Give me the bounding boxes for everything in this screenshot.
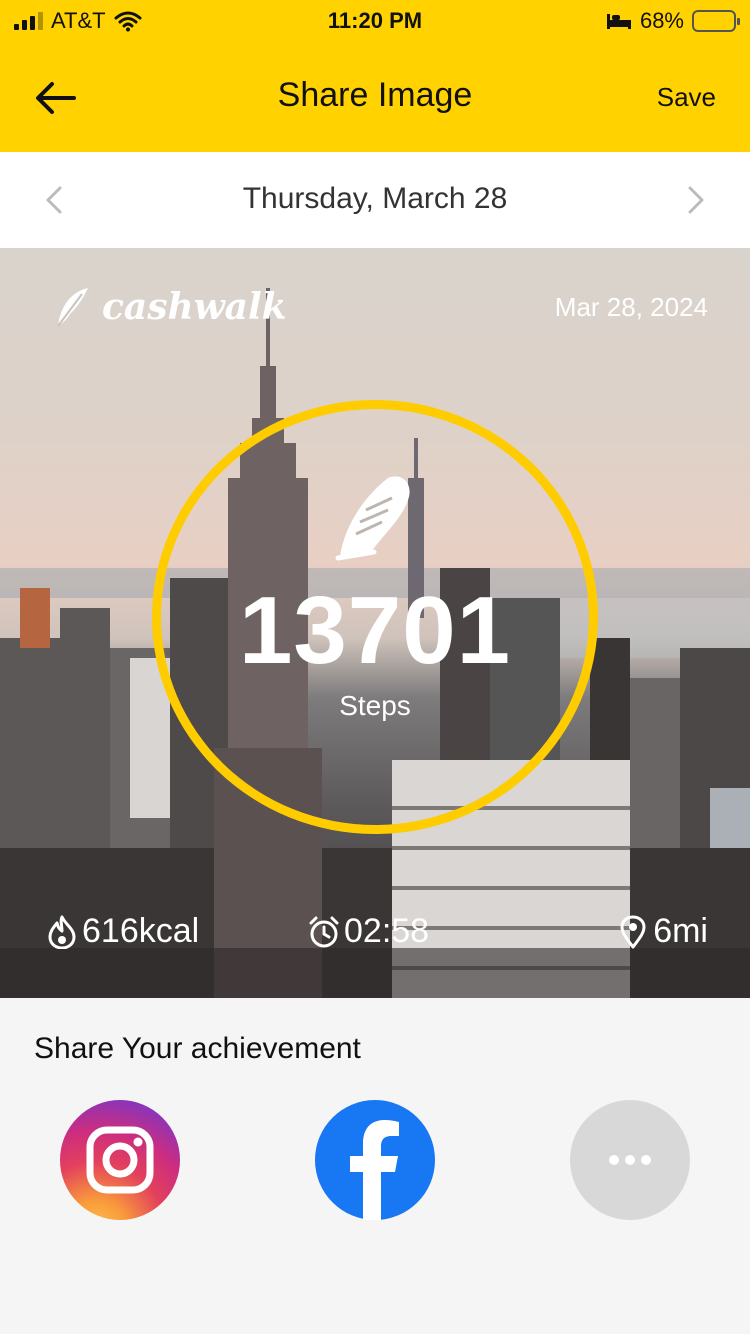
steps-count: 13701 <box>239 577 511 684</box>
more-dots-icon <box>609 1155 651 1165</box>
battery-icon <box>692 10 740 32</box>
alarm-clock-icon <box>309 916 339 947</box>
page-title: Share Image <box>277 76 473 114</box>
instagram-icon <box>86 1126 154 1194</box>
brand-logo: cashwalk <box>52 284 287 330</box>
sleep-mode-icon <box>606 14 631 29</box>
share-title: Share Your achievement <box>34 1032 361 1065</box>
share-instagram-button[interactable] <box>60 1100 180 1220</box>
status-right: 68% <box>606 8 740 34</box>
battery-fill <box>696 14 721 28</box>
save-button[interactable]: Save <box>657 82 716 113</box>
sneaker-icon <box>335 476 410 561</box>
brand-name: cashwalk <box>102 286 287 328</box>
share-facebook-button[interactable] <box>315 1100 435 1220</box>
nav-bar: Share Image Save <box>0 42 750 152</box>
distance-stat: 6mi <box>617 912 708 951</box>
date-label: Thursday, March 28 <box>242 182 508 215</box>
share-more-button[interactable] <box>570 1100 690 1220</box>
status-bar: AT&T 11:20 PM 68% <box>0 0 750 42</box>
battery-percent: 68% <box>639 8 684 33</box>
steps-label: Steps <box>339 690 411 721</box>
chevron-right-icon[interactable] <box>676 182 712 218</box>
date-selector: Thursday, March 28 <box>0 152 750 248</box>
duration-value: 02:58 <box>344 912 430 950</box>
photo-date: Mar 28, 2024 <box>554 292 708 322</box>
duration-stat: 02:58 <box>308 912 429 951</box>
calories-value: 616kcal <box>82 912 200 950</box>
flame-icon <box>48 915 76 949</box>
achievement-image: cashwalk Mar 28, 2024 13701 Steps 616kca… <box>0 248 750 998</box>
location-pin-icon <box>620 915 646 948</box>
facebook-icon <box>350 1120 399 1220</box>
distance-value: 6mi <box>653 912 708 950</box>
feather-icon <box>57 288 88 327</box>
calories-stat: 616kcal <box>46 912 199 951</box>
